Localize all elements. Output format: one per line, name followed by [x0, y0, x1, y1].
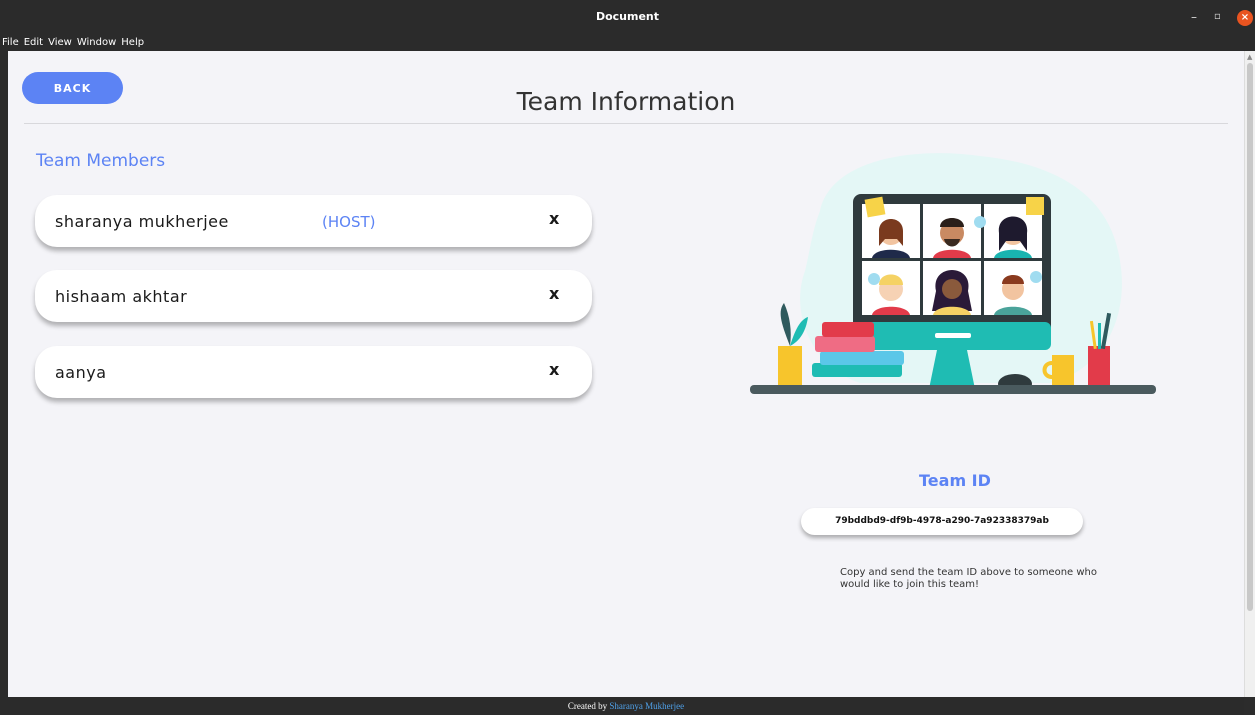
menu-file[interactable]: File	[2, 35, 19, 51]
team-id-hint: Copy and send the team ID above to someo…	[840, 567, 1098, 590]
footer-prefix: Created by	[567, 701, 608, 711]
host-badge: (HOST)	[322, 213, 376, 231]
header-divider	[24, 123, 1228, 124]
desk	[750, 385, 1156, 394]
footer-author-link[interactable]: Sharanya Mukherjee	[609, 701, 684, 711]
menu-bar: File Edit View Window Help	[0, 35, 1255, 51]
footer: Created by Sharanya Mukherjee	[8, 697, 1244, 715]
page-title: Team Information	[516, 87, 736, 116]
video-call-illustration	[750, 153, 1156, 394]
minimize-button[interactable]: –	[1191, 9, 1197, 25]
main-content: BACK Team Information Team Members shara…	[8, 51, 1244, 697]
scrollbar-thumb[interactable]	[1247, 63, 1253, 611]
member-card: aanya x	[35, 346, 592, 398]
remove-member-button[interactable]: x	[549, 360, 559, 379]
remove-member-button[interactable]: x	[549, 284, 559, 303]
window-titlebar: Document – ▫ ×	[0, 0, 1255, 35]
team-id-value[interactable]: 79bddbd9-df9b-4978-a290-7a92338379ab	[801, 508, 1083, 535]
team-members-heading: Team Members	[36, 151, 166, 171]
member-name: sharanya mukherjee	[55, 212, 229, 231]
member-name: aanya	[55, 363, 107, 382]
menu-help[interactable]: Help	[121, 35, 144, 51]
member-name: hishaam akhtar	[55, 287, 188, 306]
window-title: Document	[595, 10, 660, 23]
menu-window[interactable]: Window	[77, 35, 116, 51]
member-card: sharanya mukherjee (HOST) x	[35, 195, 592, 247]
menu-edit[interactable]: Edit	[24, 35, 43, 51]
member-card: hishaam akhtar x	[35, 270, 592, 322]
scroll-up-icon[interactable]: ▲	[1247, 53, 1252, 61]
remove-member-button[interactable]: x	[549, 209, 559, 228]
team-id-label: Team ID	[919, 471, 991, 490]
close-window-button[interactable]: ×	[1237, 10, 1253, 26]
maximize-button[interactable]: ▫	[1214, 9, 1221, 25]
menu-view[interactable]: View	[48, 35, 72, 51]
vertical-scrollbar[interactable]: ▲	[1244, 51, 1255, 697]
window-left-edge	[0, 51, 8, 715]
